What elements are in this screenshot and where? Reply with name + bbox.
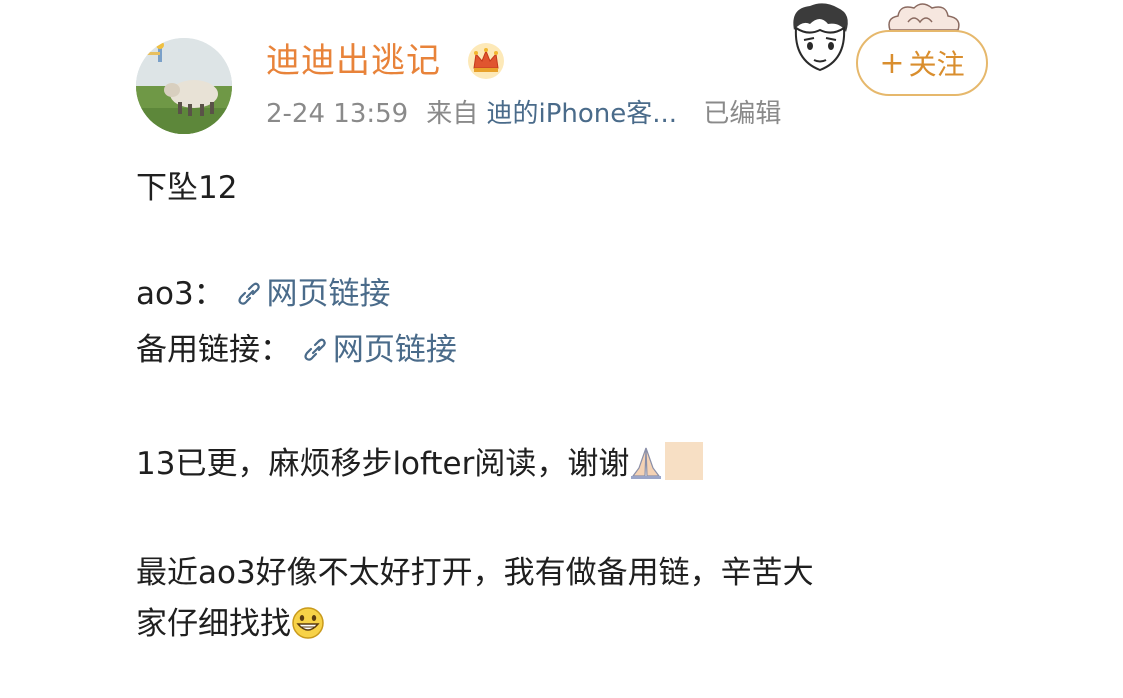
edited-label[interactable]: 已编辑 <box>703 99 781 129</box>
post-line-title: 下坠12 <box>136 170 238 206</box>
follow-label: 关注 <box>908 48 965 81</box>
ao3-line: ao3： 网页链接 <box>136 274 391 314</box>
update-line: 13已更，麻烦移步lofter阅读，谢谢 <box>136 442 704 484</box>
post-timestamp: 2-24 13:59 <box>266 99 409 129</box>
plus-icon: + <box>879 45 905 81</box>
sheep-avatar-image <box>136 38 232 134</box>
follow-button[interactable]: + 关注 <box>856 30 988 96</box>
weibo-post: 迪迪出逃记 2-24 13:59 来自 迪的iPhone客... 已编辑 + 关注… <box>0 0 1123 698</box>
flower-decoration <box>888 3 960 31</box>
link-chain-icon <box>237 282 260 305</box>
avatar[interactable] <box>136 38 232 134</box>
ao3-web-link[interactable]: 网页链接 <box>235 276 391 312</box>
notice-line-1: 最近ao3好像不太好打开，我有做备用链，辛苦大 <box>136 555 814 591</box>
backup-web-link[interactable]: 网页链接 <box>301 332 457 368</box>
praying-hands-emoji <box>631 447 662 479</box>
grinning-face-emoji <box>292 607 324 639</box>
notice-line-2-text: 家仔细找找 <box>136 606 291 642</box>
backup-link-text: 网页链接 <box>332 332 457 368</box>
source-prefix: 来自 <box>426 99 479 129</box>
skin-tone-modifier <box>665 442 704 480</box>
crown-badge-icon <box>468 43 504 79</box>
ao3-label: ao3： <box>136 276 225 312</box>
post-meta: 2-24 13:59 来自 迪的iPhone客... 已编辑 <box>266 96 781 132</box>
backup-label: 备用链接： <box>136 332 291 368</box>
link-chain-icon <box>304 338 326 361</box>
cartoon-face-decoration <box>793 3 848 72</box>
backup-line: 备用链接： 网页链接 <box>136 330 457 370</box>
ao3-link-text: 网页链接 <box>266 276 391 312</box>
notice-line-2: 家仔细找找 <box>136 604 325 644</box>
post-source[interactable]: 迪的iPhone客... <box>486 99 677 129</box>
username[interactable]: 迪迪出逃记 <box>266 40 441 82</box>
update-text: 13已更，麻烦移步lofter阅读，谢谢 <box>136 446 630 482</box>
